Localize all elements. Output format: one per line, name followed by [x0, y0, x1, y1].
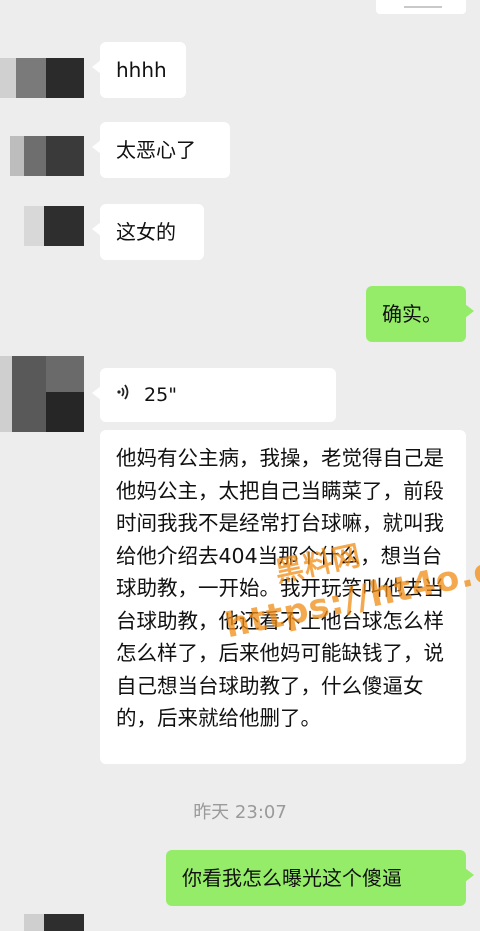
message-text: 这女的 — [116, 220, 176, 244]
message-text: hhhh — [116, 58, 167, 82]
voice-message-bubble[interactable]: 25" — [92, 368, 336, 422]
message-text: 太恶心了 — [116, 138, 196, 162]
avatar[interactable] — [0, 914, 84, 931]
message-bubble[interactable]: 确实。 — [366, 286, 474, 342]
avatar[interactable] — [0, 206, 84, 246]
voice-wave-icon — [116, 381, 138, 411]
message-timestamp: 昨天 23:07 — [193, 802, 287, 823]
avatar[interactable] — [0, 356, 84, 432]
message-text: 你看我怎么曝光这个傻逼 — [182, 866, 402, 890]
voice-duration: 25" — [144, 384, 177, 406]
message-bubble[interactable]: 这女的 — [92, 204, 204, 260]
message-text: 确实。 — [382, 302, 442, 326]
avatar[interactable] — [0, 136, 84, 176]
message-text: 他妈有公主病，我操，老觉得自己是他妈公主，太把自己当瞒菜了，前段时间我我不是经常… — [116, 446, 444, 730]
message-bubble[interactable]: 你看我怎么曝光这个傻逼 — [166, 850, 474, 906]
message-bubble[interactable]: hhhh — [92, 42, 186, 98]
message-bubble[interactable]: 他妈有公主病，我操，老觉得自己是他妈公主，太把自己当瞒菜了，前段时间我我不是经常… — [100, 430, 466, 764]
previous-bubble-edge — [376, 0, 466, 14]
message-bubble[interactable]: 太恶心了 — [92, 122, 230, 178]
avatar[interactable] — [0, 58, 84, 98]
